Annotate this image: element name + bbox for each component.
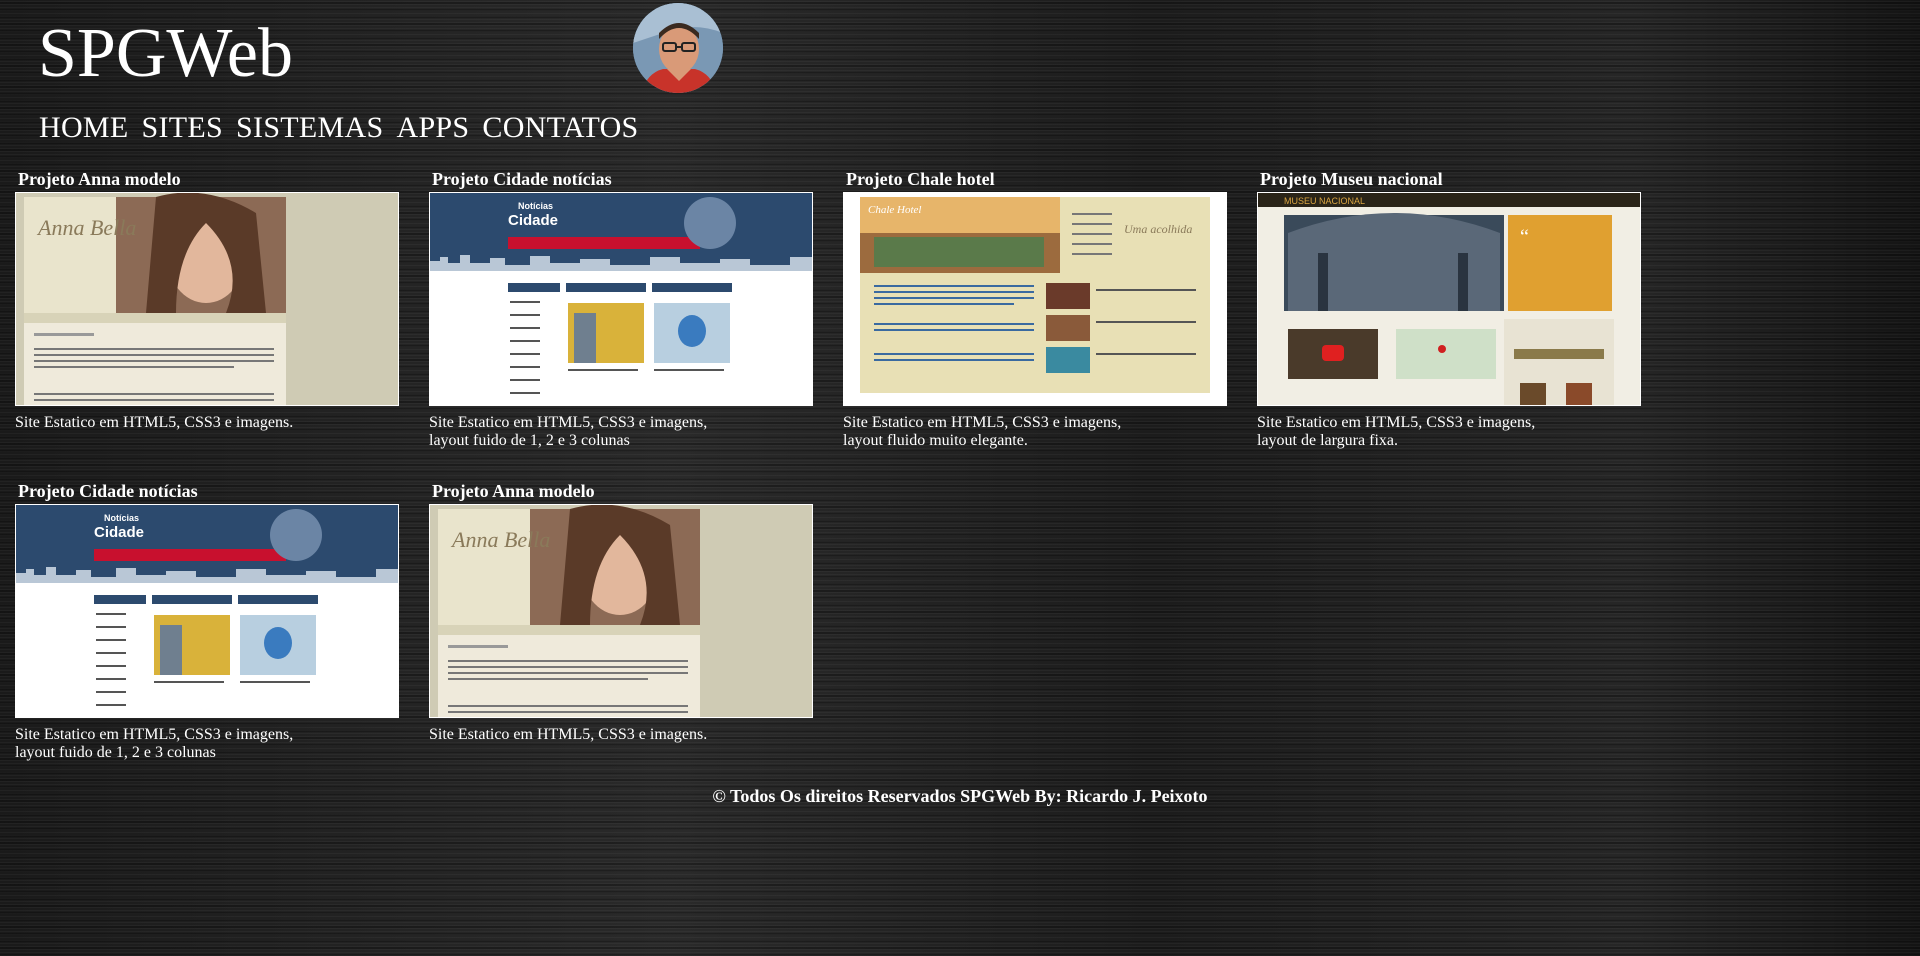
nav-sistemas[interactable]: SISTEMAS [236, 108, 383, 148]
nav-contatos[interactable]: CONTATOS [482, 108, 638, 148]
project-thumbnail-museu[interactable]: MUSEU NACIONAL “ [1257, 192, 1641, 406]
project-description: Site Estatico em HTML5, CSS3 e imagens, … [15, 726, 294, 761]
svg-text:Notícias: Notícias [518, 201, 553, 211]
project-description: Site Estatico em HTML5, CSS3 e imagens, … [429, 414, 708, 449]
project-description: Site Estatico em HTML5, CSS3 e imagens. [429, 726, 708, 743]
project-thumbnail-cidade[interactable]: Notícias Cidade [429, 192, 813, 406]
cidade-preview-image: Notícias Cidade [430, 193, 812, 405]
nav-sites[interactable]: SITES [142, 108, 224, 148]
project-description: Site Estatico em HTML5, CSS3 e imagens, … [843, 414, 1122, 449]
main-nav: HOME SITES SISTEMAS APPS CONTATOS [39, 108, 639, 148]
nav-apps[interactable]: APPS [396, 108, 469, 148]
project-card: Projeto Chale hotel Chale Hotel Uma acol… [843, 168, 1227, 450]
chale-preview-image: Chale Hotel Uma acolhida [844, 193, 1226, 405]
project-title: Projeto Anna modelo [432, 481, 595, 501]
svg-text:Chale Hotel: Chale Hotel [868, 204, 921, 216]
project-thumbnail-anna[interactable]: Anna Bella [429, 504, 813, 718]
footer-copyright: © Todos Os direitos Reservados SPGWeb By… [712, 786, 1208, 806]
project-card: Projeto Museu nacional MUSEU NACIONAL “ … [1257, 168, 1641, 450]
project-thumbnail-chale[interactable]: Chale Hotel Uma acolhida [843, 192, 1227, 406]
project-title: Projeto Anna modelo [18, 169, 181, 189]
svg-text:Uma acolhida: Uma acolhida [1124, 222, 1192, 236]
project-card: Projeto Cidade notícias Notícias Cidade [429, 168, 813, 450]
project-thumbnail-anna[interactable]: Anna Bella [15, 192, 399, 406]
svg-text:Anna Bella: Anna Bella [36, 215, 136, 240]
museu-preview-image: MUSEU NACIONAL “ [1258, 193, 1640, 405]
project-description: Site Estatico em HTML5, CSS3 e imagens, … [1257, 414, 1536, 449]
svg-text:Anna Bella: Anna Bella [450, 527, 550, 552]
svg-text:MUSEU NACIONAL: MUSEU NACIONAL [1284, 196, 1365, 206]
project-thumbnail-cidade[interactable]: Notícias Cidade [15, 504, 399, 718]
anna-preview-image: Anna Bella [430, 505, 812, 717]
project-title: Projeto Museu nacional [1260, 169, 1443, 189]
site-logo[interactable]: SPGWeb [38, 14, 293, 94]
svg-text:Cidade: Cidade [94, 524, 144, 541]
svg-text:Cidade: Cidade [508, 212, 558, 229]
nav-home[interactable]: HOME [39, 108, 129, 148]
cidade-preview-image: Notícias Cidade [16, 505, 398, 717]
project-card: Projeto Cidade notícias Notícias Cidade [15, 480, 399, 762]
svg-text:“: “ [1520, 226, 1529, 248]
project-title: Projeto Cidade notícias [432, 169, 612, 189]
project-card: Projeto Anna modelo Anna Bella Site Esta… [429, 480, 813, 744]
avatar [633, 3, 723, 93]
project-card: Projeto Anna modelo Anna Bella Site Esta… [15, 168, 399, 432]
svg-text:Notícias: Notícias [104, 513, 139, 523]
project-title: Projeto Cidade notícias [18, 481, 198, 501]
project-title: Projeto Chale hotel [846, 169, 995, 189]
project-description: Site Estatico em HTML5, CSS3 e imagens. [15, 414, 294, 431]
avatar-photo [633, 3, 723, 93]
anna-preview-image: Anna Bella [16, 193, 398, 405]
